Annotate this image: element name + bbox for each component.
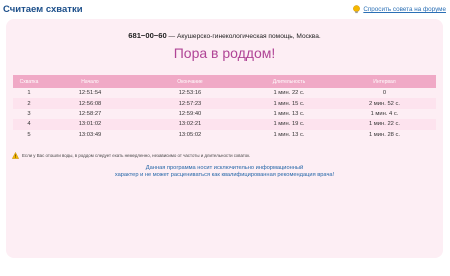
table-cell: 12:57:23 (178, 100, 202, 107)
table-cell: 12:51:54 (78, 90, 102, 97)
table-cell: 1 мин. 4 с. (370, 110, 399, 117)
table-row: 1 12:51:54 12:53:16 1 мин. 22 с. 0 (13, 88, 436, 98)
table-cell: 13:01:02 (78, 121, 102, 128)
table-cell: 1 мин. 28 с. (368, 131, 401, 138)
table-cell: 1 (27, 90, 31, 97)
warning-text: Если у Вас отошли воды, в роддом следует… (22, 153, 251, 158)
ask-forum-link-label[interactable]: Спросить совета на форуме (363, 6, 446, 13)
table-cell: 12:58:27 (78, 110, 102, 117)
column-header: Длительность (272, 78, 306, 85)
table-row: 2 12:56:08 12:57:23 1 мин. 15 с. 2 мин. … (13, 98, 436, 109)
table-cell: 13:03:49 (78, 131, 102, 138)
table-header-row: Схватка Начало Окончание Длительность Ин… (13, 75, 436, 88)
result-panel: 681−00−60 — Акушерско-гинекологическая п… (6, 19, 443, 258)
table-cell: 1 мин. 15 с. (273, 100, 305, 107)
phone-description: — Акушерско-гинекологическая помощь, Мос… (168, 33, 321, 40)
table-cell: 1 мин. 13 с. (273, 131, 305, 138)
table-cell: 0 (382, 90, 387, 97)
lightbulb-icon (353, 5, 361, 14)
table-cell: 1 мин. 13 с. (273, 110, 305, 117)
ask-forum-link[interactable]: Спросить совета на форуме (352, 5, 446, 14)
headline: Пора в роддом! (173, 45, 276, 61)
table-cell: 2 мин. 52 с. (368, 100, 401, 107)
column-header: Начало (81, 78, 99, 85)
table-cell: 1 мин. 22 с. (368, 121, 401, 128)
water-warning: Если у Вас отошли воды, в роддом следует… (12, 152, 250, 159)
table-row: 4 13:01:02 13:02:21 1 мин. 19 с. 1 мин. … (13, 119, 436, 130)
disclaimer-line-1: Данная программа носит исключительно инф… (145, 165, 304, 171)
table-cell: 2 (27, 100, 31, 107)
app-title: Считаем схватки (3, 4, 83, 15)
table-cell: 1 мин. 22 с. (273, 90, 305, 97)
table-cell: 13:02:21 (178, 121, 202, 128)
contractions-table: Схватка Начало Окончание Длительность Ин… (13, 75, 436, 140)
warning-icon (12, 152, 19, 159)
table-row: 5 13:03:49 13:05:02 1 мин. 13 с. 1 мин. … (13, 130, 436, 140)
phone-number: 681−00−60 (128, 31, 167, 40)
table-row: 3 12:58:27 12:59:40 1 мин. 13 с. 1 мин. … (13, 109, 436, 119)
column-header: Интервал (373, 78, 396, 85)
table-cell: 12:53:16 (178, 90, 202, 97)
column-header: Окончание (177, 78, 203, 85)
table-cell: 12:59:40 (178, 110, 202, 117)
disclaimer-line-2: характер и не может расцениваться как кв… (114, 172, 335, 179)
phone-line: 681−00−60 — Акушерско-гинекологическая п… (6, 31, 443, 40)
table-cell: 5 (27, 131, 31, 138)
table-cell: 3 (27, 110, 31, 117)
table-cell: 1 мин. 19 с. (273, 121, 305, 128)
table-cell: 12:56:08 (78, 100, 102, 107)
column-header: Схватка (19, 78, 39, 85)
table-cell: 4 (27, 121, 31, 128)
disclaimer: Данная программа носит исключительно инф… (6, 165, 443, 179)
table-cell: 13:05:02 (178, 131, 202, 138)
top-bar: Считаем схватки Спросить совета на форум… (0, 0, 450, 17)
